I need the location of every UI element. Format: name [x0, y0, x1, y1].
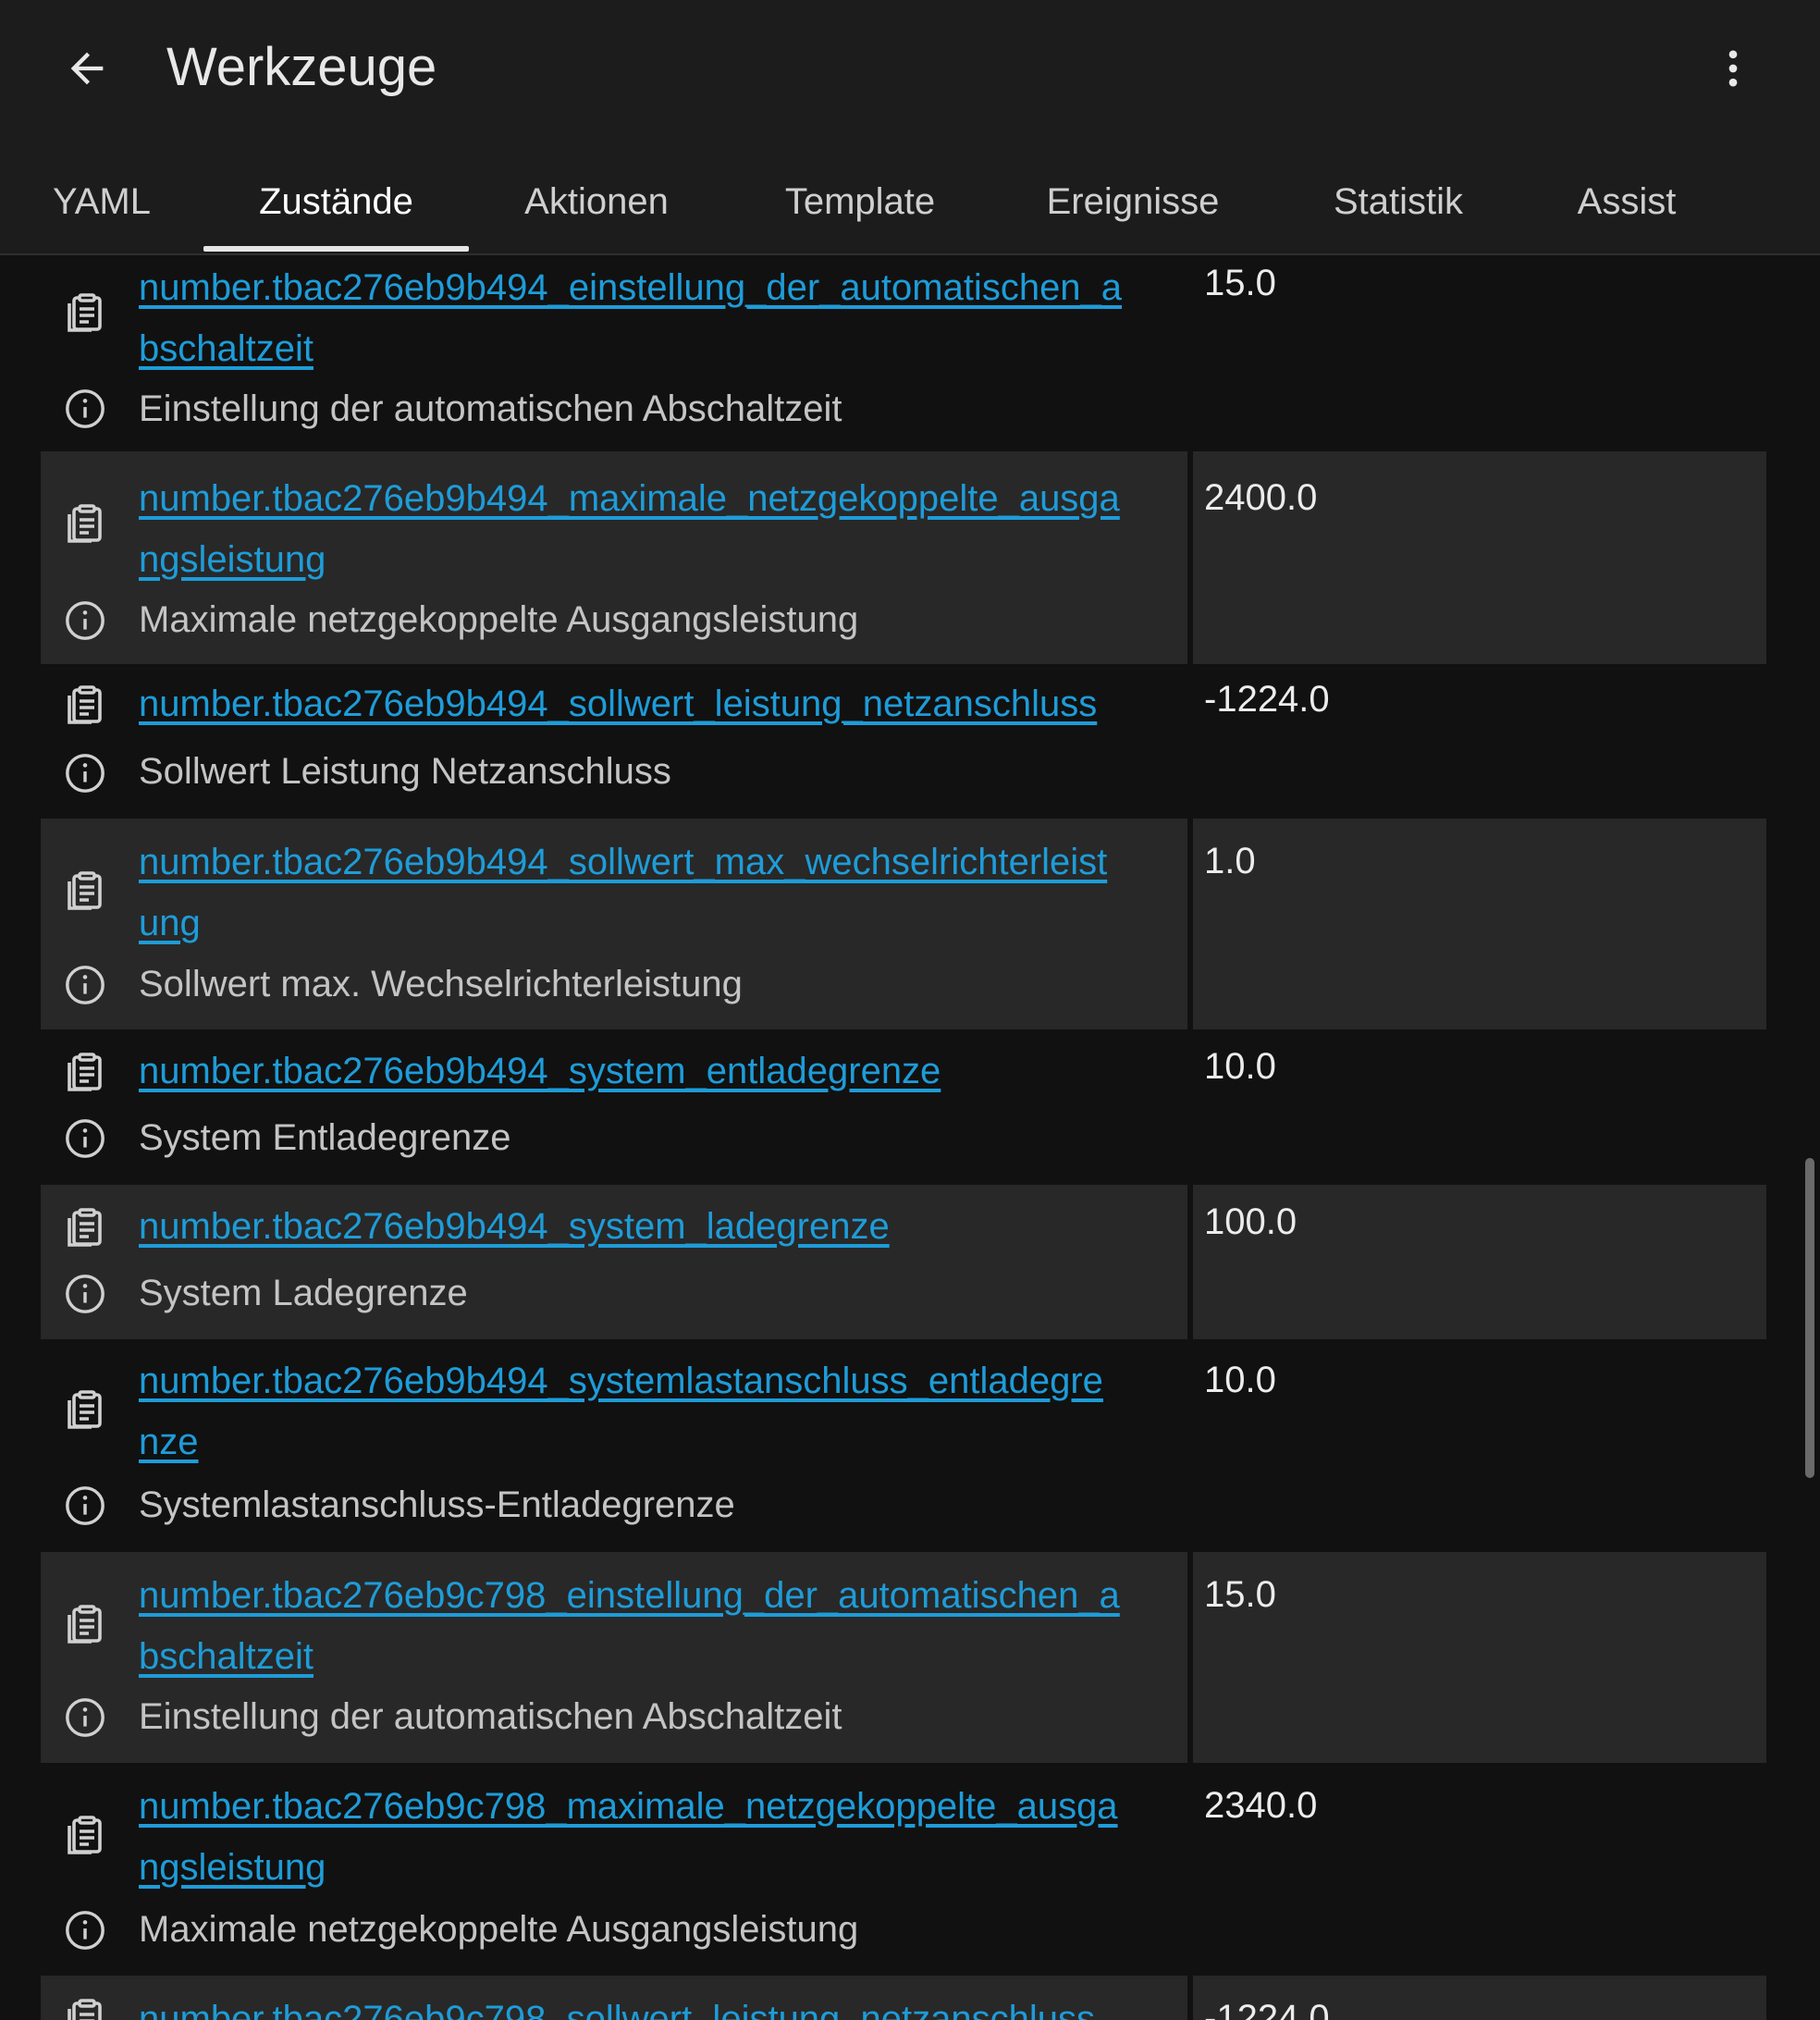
table-row: number.tbac276eb9b494_einstellung_der_au… [41, 257, 1766, 451]
tab-aktionen[interactable]: Aktionen [511, 148, 682, 255]
friendly-name: Maximale netzgekoppelte Ausgangsleistung [139, 1909, 859, 1950]
friendly-name: Sollwert Leistung Netzanschluss [139, 751, 671, 792]
state-value: 10.0 [1204, 1360, 1276, 1400]
table-row: number.tbac276eb9b494_maximale_netzgekop… [41, 451, 1766, 664]
back-button[interactable] [50, 31, 124, 105]
entity-id-link[interactable]: number.tbac276eb9c798_einstellung_der_au… [139, 1565, 1184, 1687]
entity-id-link[interactable]: number.tbac276eb9b494_systemlastanschlus… [139, 1350, 1184, 1472]
entity-id-link[interactable]: number.tbac276eb9b494_sollwert_max_wechs… [139, 831, 1184, 954]
state-value: -1224.0 [1193, 1976, 1766, 2020]
friendly-name: Einstellung der automatischen Abschaltze… [139, 1696, 842, 1737]
top-app-bar: Werkzeuge YAML Zustände Aktionen Templat… [0, 0, 1820, 255]
entity-cell: number.tbac276eb9c798_einstellung_der_au… [41, 1552, 1187, 1763]
friendly-name: System Ladegrenze [139, 1273, 468, 1313]
overflow-menu-button[interactable] [1696, 31, 1770, 105]
info-circle-icon[interactable] [61, 1694, 109, 1742]
table-row: number.tbac276eb9b494_sollwert_leistung_… [41, 664, 1766, 819]
state-value: 1.0 [1193, 819, 1766, 1029]
table-row: number.tbac276eb9b494_systemlastanschlus… [41, 1339, 1766, 1552]
dots-vertical-icon [1728, 50, 1738, 87]
active-tab-indicator [203, 246, 469, 252]
entity-id-link[interactable]: number.tbac276eb9b494_system_ladegrenze [139, 1196, 1184, 1257]
table-row: number.tbac276eb9c798_maximale_netzgekop… [41, 1763, 1766, 1976]
page-title: Werkzeuge [166, 37, 437, 97]
info-circle-icon[interactable] [61, 749, 109, 797]
state-value: 15.0 [1193, 1552, 1766, 1763]
entity-cell: number.tbac276eb9b494_sollwert_leistung_… [41, 664, 1187, 819]
clipboard-icon[interactable] [61, 289, 109, 337]
tab-zustaende[interactable]: Zustände [203, 148, 469, 255]
clipboard-icon[interactable] [61, 867, 109, 915]
clipboard-icon[interactable] [61, 1600, 109, 1648]
tab-bar: YAML Zustände Aktionen Template Ereignis… [0, 148, 1820, 255]
info-circle-icon[interactable] [61, 1906, 109, 1954]
clipboard-icon[interactable] [61, 1994, 109, 2020]
entity-cell: number.tbac276eb9b494_system_entladegren… [41, 1029, 1187, 1185]
table-row: number.tbac276eb9b494_sollwert_max_wechs… [41, 819, 1766, 1029]
table-row: number.tbac276eb9c798_sollwert_leistung_… [41, 1976, 1766, 2020]
state-value: 2400.0 [1193, 451, 1766, 664]
entity-states-list: number.tbac276eb9b494_einstellung_der_au… [41, 257, 1766, 2020]
info-circle-icon[interactable] [61, 597, 109, 645]
clipboard-icon[interactable] [61, 499, 109, 548]
scrollbar-thumb[interactable] [1805, 1158, 1814, 1478]
info-circle-icon[interactable] [61, 1270, 109, 1318]
entity-cell: number.tbac276eb9c798_maximale_netzgekop… [41, 1763, 1187, 1976]
entity-cell: number.tbac276eb9b494_einstellung_der_au… [41, 257, 1187, 451]
tab-yaml[interactable]: YAML [37, 148, 166, 255]
arrow-left-icon [70, 52, 104, 85]
state-value: 2340.0 [1204, 1785, 1318, 1826]
clipboard-icon[interactable] [61, 1203, 109, 1251]
clipboard-icon[interactable] [61, 1048, 109, 1096]
entity-id-link[interactable]: number.tbac276eb9c798_sollwert_leistung_… [139, 1989, 1184, 2020]
tab-assist[interactable]: Assist [1569, 148, 1684, 255]
info-circle-icon[interactable] [61, 385, 109, 433]
clipboard-icon[interactable] [61, 1811, 109, 1859]
tab-ereignisse[interactable]: Ereignisse [1039, 148, 1227, 255]
friendly-name: Systemlastanschluss-Entladegrenze [139, 1484, 735, 1525]
entity-cell: number.tbac276eb9b494_maximale_netzgekop… [41, 451, 1187, 664]
entity-id-link[interactable]: number.tbac276eb9b494_einstellung_der_au… [139, 257, 1184, 379]
friendly-name: Sollwert max. Wechselrichterleistung [139, 964, 743, 1004]
entity-cell: number.tbac276eb9b494_system_ladegrenze … [41, 1185, 1187, 1339]
entity-cell: number.tbac276eb9c798_sollwert_leistung_… [41, 1976, 1187, 2020]
info-circle-icon[interactable] [61, 961, 109, 1009]
friendly-name: System Entladegrenze [139, 1117, 511, 1158]
entity-cell: number.tbac276eb9b494_systemlastanschlus… [41, 1339, 1187, 1552]
entity-cell: number.tbac276eb9b494_sollwert_max_wechs… [41, 819, 1187, 1029]
state-value: 10.0 [1204, 1046, 1276, 1087]
clipboard-icon[interactable] [61, 1386, 109, 1434]
entity-id-link[interactable]: number.tbac276eb9c798_maximale_netzgekop… [139, 1776, 1184, 1898]
state-value: 15.0 [1204, 263, 1276, 303]
tab-template[interactable]: Template [772, 148, 948, 255]
entity-id-link[interactable]: number.tbac276eb9b494_maximale_netzgekop… [139, 468, 1184, 590]
entity-id-link[interactable]: number.tbac276eb9b494_system_entladegren… [139, 1041, 1184, 1102]
entity-id-link[interactable]: number.tbac276eb9b494_sollwert_leistung_… [139, 673, 1184, 734]
friendly-name: Maximale netzgekoppelte Ausgangsleistung [139, 599, 859, 640]
info-circle-icon[interactable] [61, 1482, 109, 1530]
state-value: -1224.0 [1204, 679, 1330, 720]
table-row: number.tbac276eb9c798_einstellung_der_au… [41, 1552, 1766, 1763]
friendly-name: Einstellung der automatischen Abschaltze… [139, 388, 842, 429]
clipboard-icon[interactable] [61, 681, 109, 729]
table-row: number.tbac276eb9b494_system_entladegren… [41, 1029, 1766, 1185]
info-circle-icon[interactable] [61, 1115, 109, 1163]
table-row: number.tbac276eb9b494_system_ladegrenze … [41, 1185, 1766, 1339]
tab-statistik[interactable]: Statistik [1318, 148, 1479, 255]
state-value: 100.0 [1193, 1185, 1766, 1339]
